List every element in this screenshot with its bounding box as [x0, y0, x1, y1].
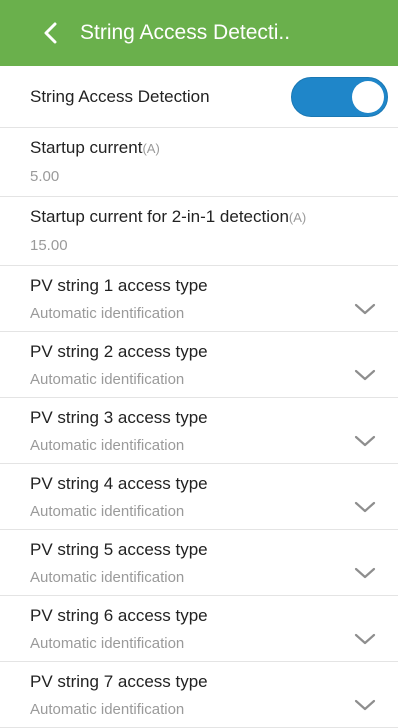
startup-current-field[interactable]: Startup current(A) 5.00 — [0, 128, 398, 197]
pv-string-6-value: Automatic identification — [30, 635, 185, 652]
pv-string-7-value: Automatic identification — [30, 701, 185, 718]
pv-string-7-label: PV string 7 access type — [30, 672, 208, 691]
pv-string-3-access-type-select[interactable]: PV string 3 access type Automatic identif… — [0, 398, 398, 464]
startup-current-unit: (A) — [142, 141, 160, 156]
app-header: String Access Detecti.. — [0, 0, 398, 66]
pv-string-4-value: Automatic identification — [30, 503, 185, 520]
pv-string-2-value: Automatic identification — [30, 371, 185, 388]
pv-string-4-label: PV string 4 access type — [30, 474, 208, 493]
startup-current-value[interactable]: 5.00 — [30, 160, 398, 196]
startup-current-2in1-value[interactable]: 15.00 — [30, 229, 398, 265]
chevron-down-icon[interactable] — [354, 434, 376, 448]
startup-current-2in1-unit: (A) — [288, 210, 307, 225]
pv-string-6-label: PV string 6 access type — [30, 606, 208, 625]
startup-current-label: Startup current(A) — [30, 128, 398, 160]
pv-string-4-access-type-select[interactable]: PV string 4 access type Automatic identif… — [0, 464, 398, 530]
pv-string-3-value: Automatic identification — [30, 437, 185, 454]
pv-string-5-access-type-select[interactable]: PV string 5 access type Automatic identif… — [0, 530, 398, 596]
pv-string-2-label: PV string 2 access type — [30, 342, 208, 361]
pv-string-2-access-type-select[interactable]: PV string 2 access type Automatic identif… — [0, 332, 398, 398]
chevron-down-icon[interactable] — [354, 698, 376, 712]
toggle-knob — [352, 80, 384, 113]
page-title: String Access Detecti.. — [80, 21, 291, 44]
pv-string-1-label: PV string 1 access type — [30, 276, 208, 295]
pv-string-7-access-type-select[interactable]: PV string 7 access type Automatic identif… — [0, 662, 398, 728]
pv-string-5-label: PV string 5 access type — [30, 540, 208, 559]
pv-string-list: PV string 1 access type Automatic identif… — [0, 266, 398, 728]
string-access-detection-label: String Access Detection — [30, 86, 210, 106]
chevron-down-icon[interactable] — [354, 632, 376, 646]
pv-string-6-access-type-select[interactable]: PV string 6 access type Automatic identif… — [0, 596, 398, 662]
pv-string-5-value: Automatic identification — [30, 569, 185, 586]
chevron-down-icon[interactable] — [354, 566, 376, 580]
pv-string-1-access-type-select[interactable]: PV string 1 access type Automatic identif… — [0, 266, 398, 332]
chevron-down-icon[interactable] — [354, 368, 376, 382]
startup-current-2in1-label: Startup current for 2-in-1 detection(A) — [30, 197, 398, 229]
startup-current-label-text: Startup current — [30, 138, 143, 157]
pv-string-3-label: PV string 3 access type — [30, 408, 208, 427]
chevron-down-icon[interactable] — [354, 500, 376, 514]
startup-current-2in1-label-text: Startup current for 2-in-1 detection — [30, 207, 289, 226]
chevron-down-icon[interactable] — [354, 302, 376, 316]
pv-string-1-value: Automatic identification — [30, 305, 185, 322]
back-icon[interactable] — [38, 21, 62, 45]
startup-current-2in1-field[interactable]: Startup current for 2-in-1 detection(A) … — [0, 197, 398, 266]
string-access-detection-row: String Access Detection — [0, 66, 398, 128]
string-access-detection-toggle[interactable] — [291, 76, 388, 117]
